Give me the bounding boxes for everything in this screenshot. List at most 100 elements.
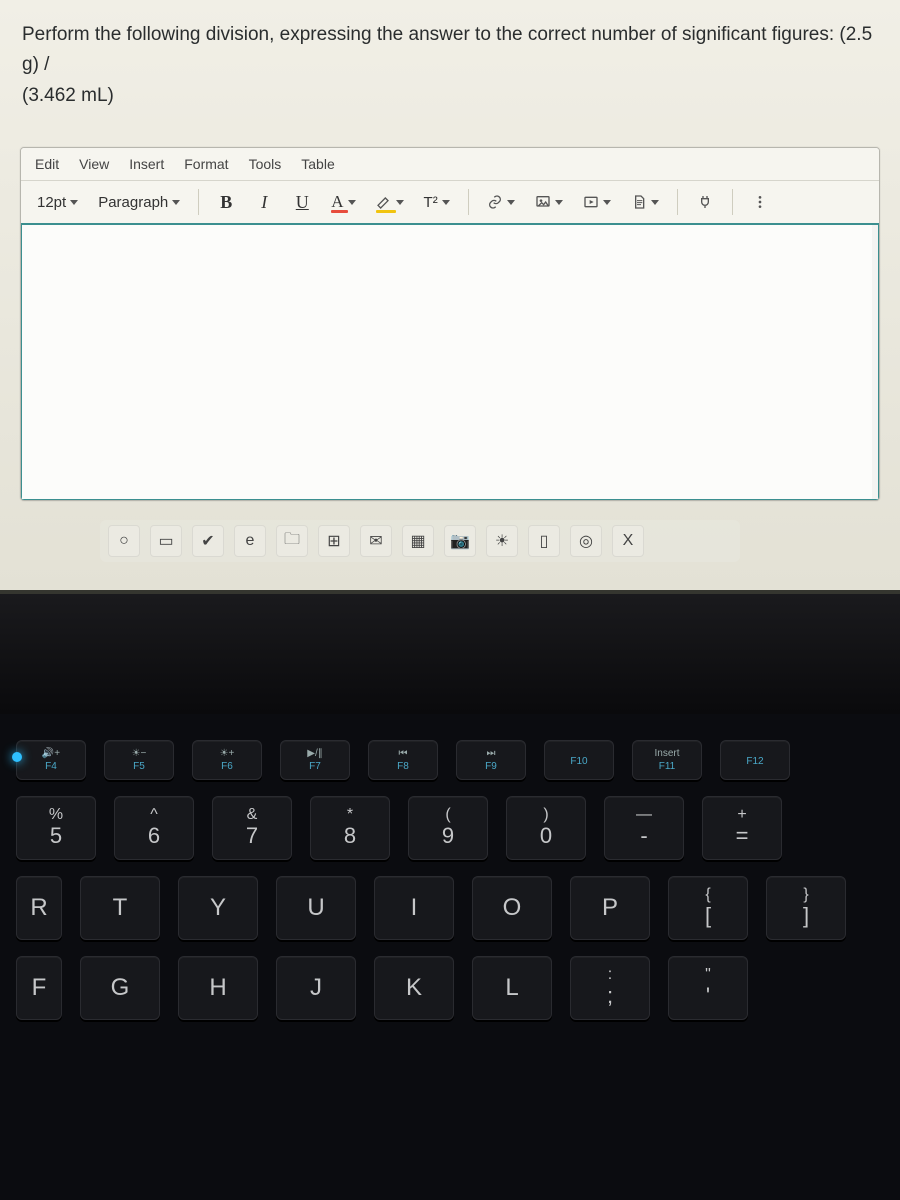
key-lower: ' — [706, 983, 710, 1009]
keyboard-fn-row: 🔊+F4☀−F5☀+F6▶/∥F7⏮F8⏭F9F10InsertF11F12 — [0, 732, 900, 788]
document-icon — [631, 194, 647, 210]
toolbar-separator — [198, 189, 199, 215]
key-9: (9 — [408, 796, 488, 860]
laptop-bezel — [0, 594, 900, 714]
chrome-icon[interactable]: ◎ — [570, 525, 602, 557]
menu-table[interactable]: Table — [301, 156, 334, 172]
edge-icon[interactable]: e — [234, 525, 266, 557]
key-fn-symbol: ☀+ — [220, 748, 235, 759]
highlight-button[interactable] — [370, 187, 410, 217]
status-led — [12, 752, 22, 762]
keyboard-home-row: FGHJKL:;"' — [0, 948, 900, 1028]
search-icon[interactable]: ○ — [108, 525, 140, 557]
font-size-select[interactable]: 12pt — [31, 187, 84, 217]
key-upper: ( — [445, 807, 450, 823]
keyboard-number-row: %5^6&7*8(9)0—-+= — [0, 788, 900, 868]
document-button[interactable] — [625, 187, 665, 217]
key-5: %5 — [16, 796, 96, 860]
key-r: R — [16, 876, 62, 940]
windows-taskbar: ○ ▭ ✔ e 🗀 ⊞ ✉ ▦ 📷 ☀ ▯ ◎ X — [100, 520, 740, 562]
text-color-button[interactable]: A — [325, 187, 361, 217]
key-upper: % — [49, 807, 63, 823]
highlighter-icon — [376, 194, 392, 210]
key-lower: [ — [705, 903, 711, 929]
key-upper: : — [608, 967, 612, 983]
key-=: += — [702, 796, 782, 860]
weather-icon[interactable]: ☀ — [486, 525, 518, 557]
key-fn-label: F8 — [397, 761, 409, 772]
menu-format[interactable]: Format — [184, 156, 228, 172]
key-8: *8 — [310, 796, 390, 860]
toolbar-separator-4 — [732, 189, 733, 215]
key-lower: 9 — [442, 823, 454, 849]
key-f9: ⏭F9 — [456, 740, 526, 780]
link-button[interactable] — [481, 187, 521, 217]
key-7: &7 — [212, 796, 292, 860]
toolbar-separator-3 — [677, 189, 678, 215]
store-icon[interactable]: ⊞ — [318, 525, 350, 557]
key-upper: { — [705, 887, 710, 903]
key-fn-label: F5 — [133, 761, 145, 772]
taskview-icon[interactable]: ▭ — [150, 525, 182, 557]
plugins-button[interactable] — [690, 187, 720, 217]
more-button[interactable] — [745, 187, 775, 217]
key-t: T — [80, 876, 160, 940]
key-punct: :; — [570, 956, 650, 1020]
excel-icon[interactable]: X — [612, 525, 644, 557]
office-icon[interactable]: ▯ — [528, 525, 560, 557]
question-line-2: (3.462 mL) — [22, 85, 114, 106]
menu-edit[interactable]: Edit — [35, 156, 59, 172]
key-punct: "' — [668, 956, 748, 1020]
key-lower: ; — [607, 983, 613, 1009]
menu-tools[interactable]: Tools — [249, 156, 282, 172]
key-u: U — [276, 876, 356, 940]
key-f12: F12 — [720, 740, 790, 780]
toolbar-separator-2 — [468, 189, 469, 215]
key-fn-label: F10 — [570, 756, 587, 767]
underline-button[interactable]: U — [287, 187, 317, 217]
menu-insert[interactable]: Insert — [129, 156, 164, 172]
key-f5: ☀− F5 — [104, 740, 174, 780]
question-text: Perform the following division, expressi… — [20, 20, 880, 129]
key-upper: ^ — [150, 807, 158, 823]
image-icon — [535, 194, 551, 210]
key-bracket: }] — [766, 876, 846, 940]
key-upper: ) — [543, 807, 548, 823]
key-y: Y — [178, 876, 258, 940]
highlight-swatch — [376, 210, 396, 213]
text-color-glyph: A — [331, 192, 343, 212]
key--: —- — [604, 796, 684, 860]
key-lower: = — [736, 823, 749, 849]
key-f6: ☀+ F6 — [192, 740, 262, 780]
key-fn-symbol: ▶/∥ — [307, 748, 322, 759]
key-i: I — [374, 876, 454, 940]
image-button[interactable] — [529, 187, 569, 217]
bold-button[interactable]: B — [211, 187, 241, 217]
media-button[interactable] — [577, 187, 617, 217]
question-line-1: Perform the following division, expressi… — [22, 24, 872, 75]
photos-icon[interactable]: ▦ — [402, 525, 434, 557]
key-upper: * — [347, 807, 353, 823]
key-f10: F10 — [544, 740, 614, 780]
key-lower: - — [640, 823, 647, 849]
explorer-icon[interactable]: 🗀 — [276, 525, 308, 557]
key-p: P — [570, 876, 650, 940]
superscript-button[interactable]: T² — [418, 187, 456, 217]
key-upper: } — [803, 887, 808, 903]
block-format-select[interactable]: Paragraph — [92, 187, 186, 217]
italic-button[interactable]: I — [249, 187, 279, 217]
editor-content-area[interactable] — [20, 223, 880, 501]
menu-view[interactable]: View — [79, 156, 109, 172]
monitor-screen: Perform the following division, expressi… — [0, 0, 900, 590]
camera-icon[interactable]: 📷 — [444, 525, 476, 557]
key-fn-symbol: ☀− — [132, 748, 147, 759]
key-f4: 🔊+F4 — [16, 740, 86, 780]
key-fn-label: F6 — [221, 761, 233, 772]
key-j: J — [276, 956, 356, 1020]
key-fn-symbol: Insert — [654, 748, 679, 759]
key-lower: 0 — [540, 823, 552, 849]
key-upper: & — [247, 807, 258, 823]
key-l: L — [472, 956, 552, 1020]
mail-icon[interactable]: ✉ — [360, 525, 392, 557]
check-icon[interactable]: ✔ — [192, 525, 224, 557]
